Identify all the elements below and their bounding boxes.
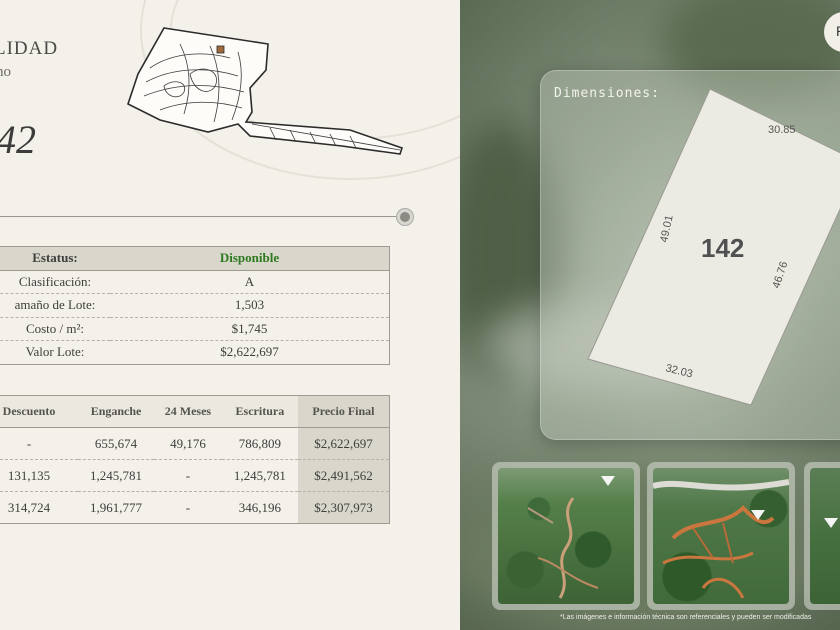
table-cell: 1,245,781 [221, 459, 298, 492]
disclaimer-text: *Las imágenes e información técnica son … [560, 614, 812, 621]
table-cell: - [0, 427, 78, 460]
status-row: Estatus: Disponible [0, 246, 390, 271]
info-value: 1,503 [110, 293, 390, 318]
table-row: amaño de Lote: 1,503 [0, 293, 390, 318]
table-cell: 655,674 [78, 427, 155, 460]
table-cell: - [154, 491, 222, 524]
dimension-top: 30.85 [768, 124, 796, 136]
lot-shape-diagram: 142 30.85 49.01 46.76 32.03 [587, 88, 840, 406]
info-label: Costo / m²: [0, 317, 110, 341]
development-title: LIDAD [0, 38, 59, 59]
table-row: 314,724 1,961,777 - 346,196 $2,307,973 [0, 491, 390, 524]
table-cell: 1,961,777 [78, 491, 155, 524]
info-value: $2,622,697 [110, 340, 390, 365]
top-right-button-label: P [836, 23, 840, 39]
column-header: Enganche [78, 395, 155, 428]
table-cell: 131,135 [0, 459, 78, 492]
lot-visual-panel: P Dimensiones: 142 30.85 49.01 46.76 32.… [460, 0, 840, 630]
aerial-photo-thumbnail[interactable] [492, 462, 640, 610]
aerial-photo-thumbnail[interactable] [647, 462, 795, 610]
location-pin-icon [824, 518, 838, 528]
info-label: amaño de Lote: [0, 293, 110, 318]
slider-track[interactable] [0, 216, 400, 217]
table-row: 131,135 1,245,781 - 1,245,781 $2,491,562 [0, 459, 390, 492]
lot-info-table: Estatus: Disponible Clasificación: A ama… [0, 246, 390, 365]
selected-lot-marker [216, 45, 225, 54]
table-row: - 655,674 49,176 786,809 $2,622,697 [0, 427, 390, 460]
aerial-photo [810, 468, 840, 604]
lot-label: 142 [701, 233, 744, 263]
info-value: A [110, 270, 390, 294]
table-cell: 786,809 [221, 427, 298, 460]
development-subtitle: no [0, 64, 11, 80]
table-cell: 49,176 [154, 427, 222, 460]
column-header: Precio Final [297, 395, 390, 428]
masterplan-map[interactable] [120, 24, 410, 164]
column-header: 24 Meses [154, 395, 222, 428]
info-label: Valor Lote: [0, 340, 110, 365]
lot-number: 42 [0, 117, 36, 162]
table-cell: 346,196 [221, 491, 298, 524]
table-row: Costo / m²: $1,745 [0, 317, 390, 341]
dirt-roads-overlay [653, 479, 789, 599]
dimensions-card: Dimensiones: 142 30.85 49.01 46.76 32.03 [540, 70, 840, 440]
aerial-photo [498, 468, 634, 604]
location-pin-icon [601, 476, 615, 486]
table-header-row: Descuento Enganche 24 Meses Escritura Pr… [0, 395, 390, 428]
final-price-cell: $2,622,697 [297, 427, 390, 460]
final-price-cell: $2,491,562 [297, 459, 390, 492]
column-header: Escritura [221, 395, 298, 428]
location-pin-icon [751, 510, 765, 520]
table-row: Valor Lote: $2,622,697 [0, 340, 390, 365]
aerial-photo [653, 468, 789, 604]
table-cell: 1,245,781 [78, 459, 155, 492]
column-header: Descuento [0, 395, 78, 428]
final-price-cell: $2,307,973 [297, 491, 390, 524]
detail-panel: LIDAD no 42 Estatus: Disponible Clas [0, 0, 460, 630]
table-row: Clasificación: A [0, 270, 390, 294]
table-cell: - [154, 459, 222, 492]
aerial-photo-thumbnail[interactable] [804, 462, 840, 610]
status-value: Disponible [110, 246, 390, 271]
dirt-roads-overlay [527, 497, 599, 599]
info-value: $1,745 [110, 317, 390, 341]
payment-plans-table: Descuento Enganche 24 Meses Escritura Pr… [0, 395, 390, 524]
slider-handle[interactable] [397, 209, 413, 225]
status-label: Estatus: [0, 246, 110, 271]
table-cell: 314,724 [0, 491, 78, 524]
info-label: Clasificación: [0, 270, 110, 294]
